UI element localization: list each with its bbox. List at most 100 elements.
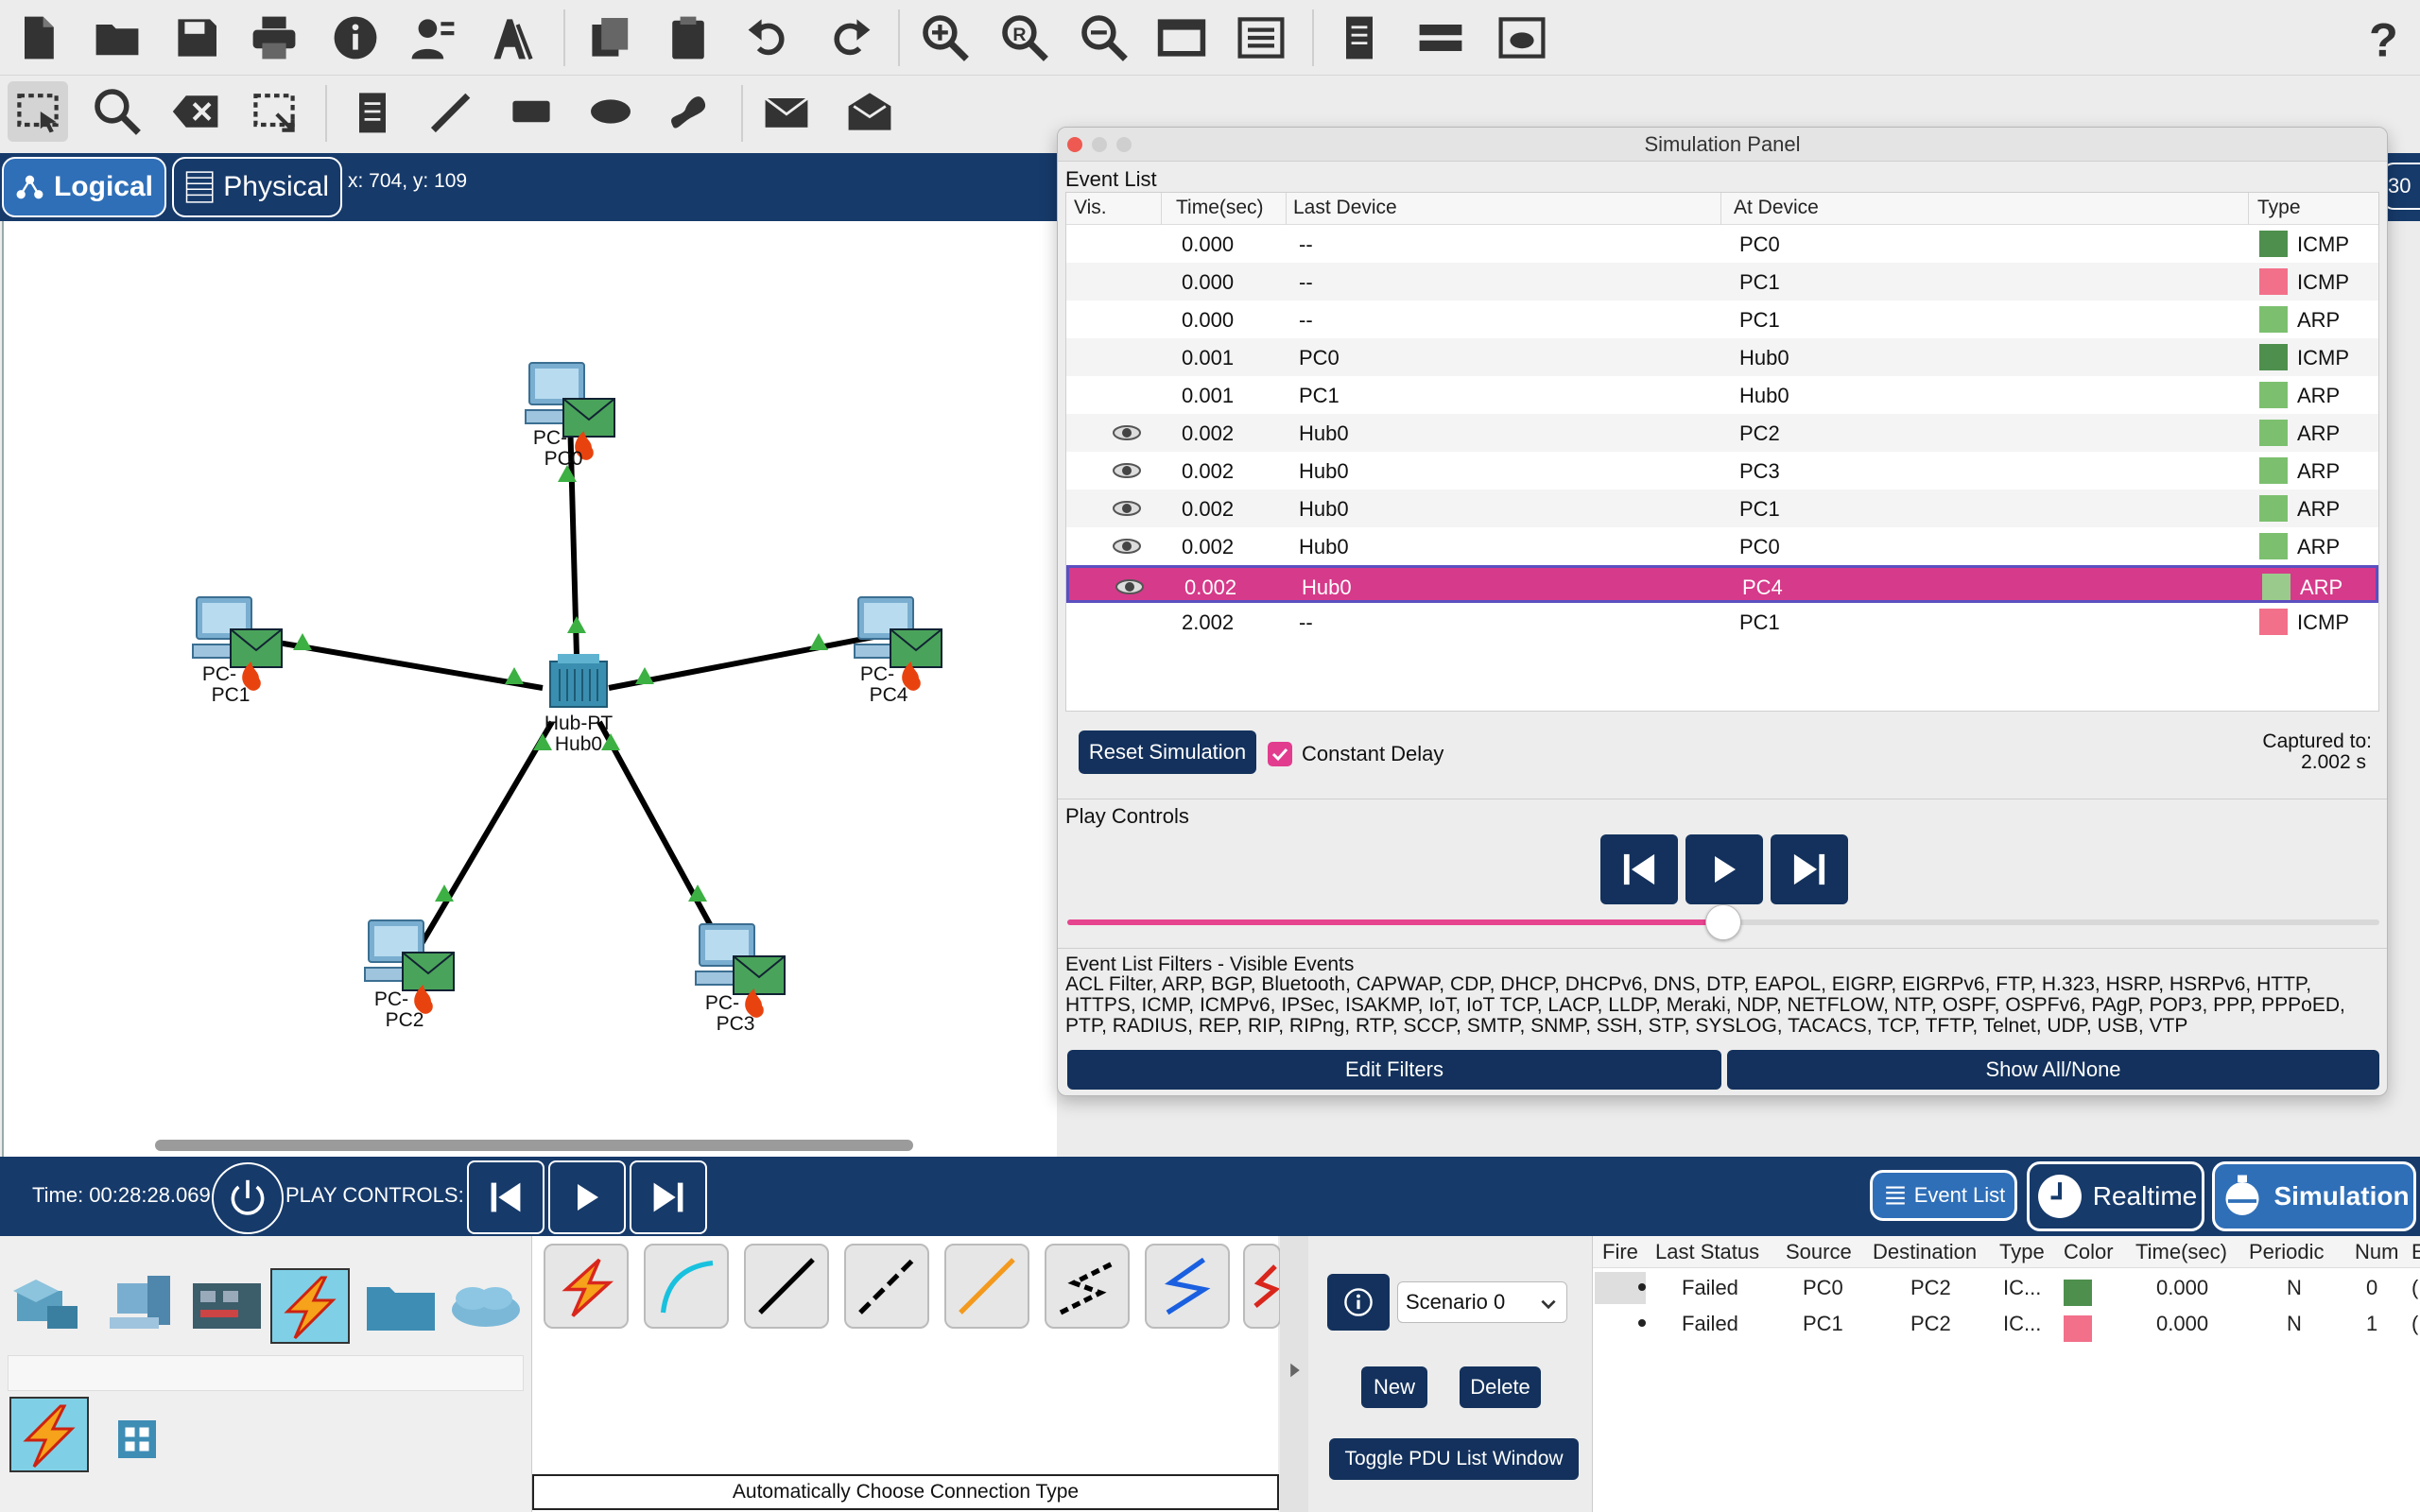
delete-icon[interactable] bbox=[166, 81, 227, 142]
eye-icon[interactable] bbox=[1112, 423, 1142, 442]
event-row[interactable]: 0.002 Hub0 PC0 ARP bbox=[1066, 527, 2378, 565]
coaxial-icon[interactable] bbox=[1145, 1244, 1230, 1329]
edit-filters-button[interactable]: Edit Filters bbox=[1067, 1050, 1721, 1090]
scenario-select[interactable]: Scenario 0 bbox=[1397, 1281, 1567, 1323]
zoom-in-icon[interactable] bbox=[915, 8, 976, 68]
components-icon[interactable] bbox=[189, 1272, 265, 1338]
column-header[interactable]: Last Device bbox=[1293, 197, 1397, 219]
category-search-field[interactable] bbox=[8, 1355, 524, 1391]
pdu-edit[interactable]: ( bbox=[2411, 1276, 2418, 1300]
realtime-mode-button[interactable]: Realtime bbox=[2027, 1161, 2204, 1231]
simple-pdu-icon[interactable] bbox=[756, 81, 817, 142]
activity-wizard-icon[interactable] bbox=[482, 8, 543, 68]
column-header[interactable]: Periodic bbox=[2249, 1240, 2324, 1264]
misc-icon[interactable] bbox=[363, 1272, 439, 1338]
bottom-step-back-button[interactable] bbox=[467, 1160, 544, 1234]
eye-icon[interactable] bbox=[1112, 537, 1142, 556]
hub0-device[interactable] bbox=[549, 654, 608, 708]
step-forward-button[interactable] bbox=[1771, 834, 1848, 904]
copper-straight-icon[interactable] bbox=[744, 1244, 829, 1329]
column-header[interactable]: Fire bbox=[1602, 1240, 1638, 1264]
subcategory-connections-icon[interactable] bbox=[9, 1397, 89, 1472]
event-row[interactable]: 0.000 -- PC1 ICMP bbox=[1066, 263, 2378, 301]
freeform-icon[interactable] bbox=[658, 81, 718, 142]
minimize-window-icon[interactable] bbox=[1092, 137, 1107, 152]
event-row[interactable]: 0.002 Hub0 PC2 ARP bbox=[1066, 414, 2378, 452]
event-row[interactable]: 2.002 -- PC1 ICMP bbox=[1066, 603, 2378, 641]
print-icon[interactable] bbox=[244, 8, 304, 68]
new-file-icon[interactable] bbox=[8, 8, 68, 68]
link-pc2-hub0[interactable] bbox=[417, 720, 555, 949]
viewport-button[interactable]: 30 bbox=[2382, 163, 2420, 210]
redo-icon[interactable] bbox=[819, 8, 879, 68]
logical-view-button[interactable]: Logical bbox=[2, 157, 166, 217]
event-list-toggle-button[interactable]: Event List bbox=[1870, 1170, 2017, 1221]
serial-dce-icon[interactable] bbox=[1243, 1244, 1281, 1329]
save-icon[interactable] bbox=[166, 8, 227, 68]
note-icon[interactable] bbox=[342, 81, 403, 142]
zoom-out-icon[interactable] bbox=[1074, 8, 1134, 68]
column-header[interactable]: Destination bbox=[1873, 1240, 1977, 1264]
column-header[interactable]: Time(sec) bbox=[2135, 1240, 2227, 1264]
horizontal-scrollbar[interactable] bbox=[155, 1140, 913, 1151]
eye-icon[interactable] bbox=[1115, 577, 1145, 596]
end-devices-icon[interactable] bbox=[102, 1272, 178, 1338]
copper-cross-icon[interactable] bbox=[844, 1244, 929, 1329]
close-window-icon[interactable] bbox=[1067, 137, 1082, 152]
network-devices-icon[interactable] bbox=[9, 1272, 85, 1338]
link-pc1-hub0[interactable] bbox=[244, 634, 544, 691]
link-pc3-hub0[interactable] bbox=[596, 720, 725, 949]
console-cable-icon[interactable] bbox=[644, 1244, 729, 1329]
pdu-edit[interactable]: ( bbox=[2411, 1312, 2418, 1336]
bottom-step-forward-button[interactable] bbox=[630, 1160, 707, 1234]
play-button[interactable] bbox=[1685, 834, 1763, 904]
event-row[interactable]: 0.000 -- PC1 ARP bbox=[1066, 301, 2378, 338]
cloud-window-icon[interactable] bbox=[1492, 8, 1552, 68]
delete-scenario-button[interactable]: Delete bbox=[1460, 1366, 1541, 1408]
show-all-none-button[interactable]: Show All/None bbox=[1727, 1050, 2379, 1090]
column-header[interactable]: Time(sec) bbox=[1176, 197, 1264, 219]
inspect-icon[interactable] bbox=[87, 81, 147, 142]
physical-view-button[interactable]: Physical bbox=[172, 157, 342, 217]
step-back-button[interactable] bbox=[1600, 834, 1678, 904]
draw-line-icon[interactable] bbox=[422, 81, 482, 142]
window-icon[interactable] bbox=[1151, 8, 1212, 68]
event-row[interactable]: 0.000 -- PC0 ICMP bbox=[1066, 225, 2378, 263]
column-header[interactable]: Type bbox=[1999, 1240, 2045, 1264]
paste-icon[interactable] bbox=[658, 8, 718, 68]
column-header[interactable]: Type bbox=[2257, 197, 2301, 219]
logical-workspace[interactable]: Hub-PT Hub0 PC- PC0 PC- PC1 PC- PC4 PC- … bbox=[2, 221, 1057, 1157]
pdu-row[interactable]: Failed PC0 PC2 IC... 0.000 N 0 ( bbox=[1593, 1270, 2420, 1306]
multiuser-icon[interactable] bbox=[446, 1272, 526, 1338]
column-header[interactable]: At Device bbox=[1734, 197, 1819, 219]
pdu-row[interactable]: Failed PC1 PC2 IC... 0.000 N 1 ( bbox=[1593, 1306, 2420, 1342]
fire-toggle[interactable] bbox=[1595, 1272, 1646, 1304]
grid-view-icon[interactable] bbox=[113, 1416, 161, 1463]
scenario-info-button[interactable] bbox=[1327, 1274, 1390, 1331]
slider-knob[interactable] bbox=[1705, 904, 1741, 940]
notes-icon[interactable] bbox=[1329, 8, 1390, 68]
eye-icon[interactable] bbox=[1112, 499, 1142, 518]
connections-icon[interactable] bbox=[270, 1268, 350, 1344]
resize-icon[interactable] bbox=[244, 81, 304, 142]
event-row[interactable]: 0.001 PC0 Hub0 ICMP bbox=[1066, 338, 2378, 376]
ellipse-icon[interactable] bbox=[580, 81, 641, 142]
reset-simulation-button[interactable]: Reset Simulation bbox=[1079, 730, 1256, 774]
simulation-panel-titlebar[interactable]: Simulation Panel bbox=[1058, 128, 2387, 162]
user-profile-icon[interactable] bbox=[403, 8, 463, 68]
column-header[interactable]: Color bbox=[2064, 1240, 2114, 1264]
toggle-pdu-list-button[interactable]: Toggle PDU List Window bbox=[1329, 1438, 1579, 1480]
event-row[interactable]: 0.002 Hub0 PC3 ARP bbox=[1066, 452, 2378, 490]
column-header[interactable]: Source bbox=[1786, 1240, 1852, 1264]
palette-icon[interactable] bbox=[1231, 8, 1291, 68]
zoom-window-icon[interactable] bbox=[1116, 137, 1132, 152]
bottom-play-button[interactable] bbox=[548, 1160, 626, 1234]
device-icon[interactable] bbox=[1410, 8, 1471, 68]
power-cycle-button[interactable] bbox=[212, 1162, 284, 1234]
phone-cable-icon[interactable] bbox=[1045, 1244, 1130, 1329]
panel-splitter[interactable] bbox=[1280, 1236, 1308, 1512]
zoom-reset-icon[interactable]: R bbox=[994, 8, 1055, 68]
select-icon[interactable] bbox=[8, 81, 68, 142]
column-header[interactable]: E bbox=[2411, 1240, 2420, 1264]
fiber-icon[interactable] bbox=[944, 1244, 1029, 1329]
